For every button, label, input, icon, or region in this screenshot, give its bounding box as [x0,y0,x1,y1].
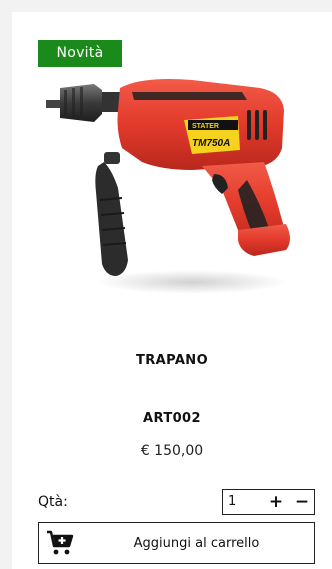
cart-add-icon [47,530,74,555]
model-text: TM750A [192,138,230,149]
brand-text: STATER [192,123,219,130]
new-badge: Novità [38,40,122,67]
quantity-input[interactable]: 1 [228,494,236,509]
add-to-cart-label: Aggiungi al carrello [133,536,260,551]
add-to-cart-button[interactable]: Aggiungi al carrello [38,522,315,564]
quantity-label: Qtà: [38,494,68,510]
quantity-decrease-button[interactable]: − [294,491,310,513]
quantity-increase-button[interactable]: + [268,491,284,513]
drill-image[interactable]: STATER TM750A [42,70,310,300]
product-price: € 150,00 [140,443,204,459]
product-card: Novità STATER TM750A TRAPANO ART002 € 15… [12,12,332,569]
product-code: ART002 [143,411,201,426]
quantity-stepper: 1 + − [222,489,315,515]
product-name[interactable]: TRAPANO [12,353,332,368]
